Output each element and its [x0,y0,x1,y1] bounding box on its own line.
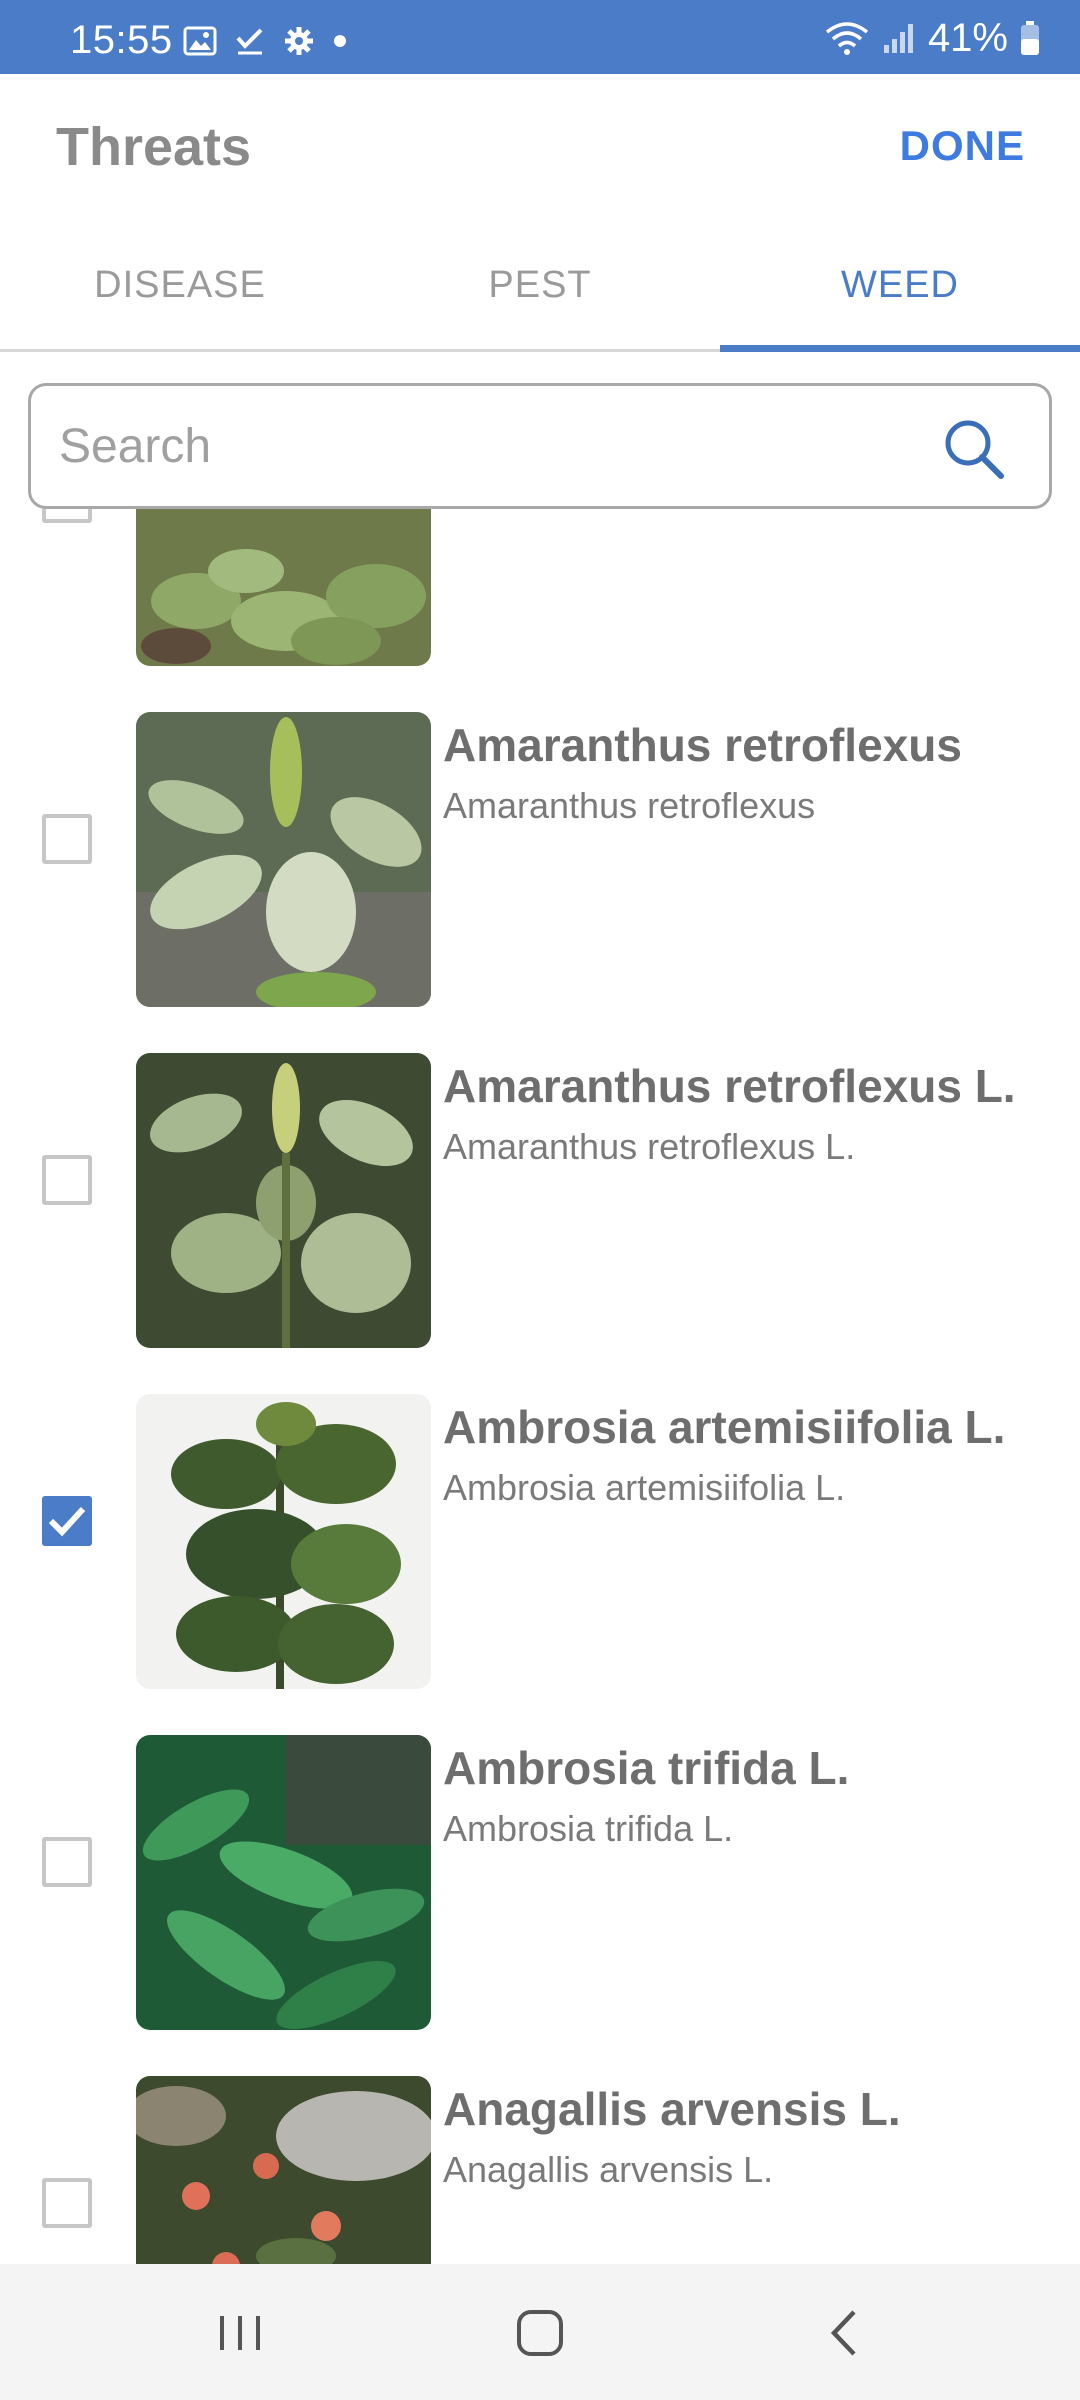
recents-icon[interactable] [205,2298,275,2368]
tab-disease[interactable]: DISEASE [0,222,360,349]
signal-icon [883,24,913,53]
tab-bar: DISEASE PEST WEED [0,222,1080,352]
threat-list[interactable]: Amaranthus retroflexus Amaranthus retrof… [0,509,1080,2264]
item-subtitle: Amaranthus retroflexus L. [443,1126,856,1167]
check-icon [236,28,263,55]
home-icon[interactable] [505,2298,575,2368]
item-title: Ambrosia artemisiifolia L. [443,1401,1006,1453]
item-thumbnail [136,2076,431,2264]
item-thumbnail [136,712,431,1007]
item-thumbnail [136,509,431,666]
search-icon[interactable] [941,416,1005,480]
battery-icon [1021,21,1039,55]
item-thumbnail [136,1394,431,1689]
item-subtitle: Ambrosia trifida L. [443,1808,734,1849]
item-title: Anagallis arvensis L. [443,2083,901,2135]
search-box [28,383,1052,509]
navigation-bar [0,2264,1080,2400]
search-input[interactable] [57,406,937,486]
dot-icon [334,35,346,47]
item-subtitle: Ambrosia artemisiifolia L. [443,1467,846,1508]
done-button[interactable]: DONE [900,122,1025,170]
item-checkbox-checked[interactable] [42,1496,92,1546]
tab-weed[interactable]: WEED [720,222,1080,352]
header: Threats DONE [0,74,1080,222]
item-checkbox[interactable] [42,2178,92,2228]
item-title: Amaranthus retroflexus L. [443,1060,1016,1112]
page-title: Threats [56,117,252,177]
tab-pest[interactable]: PEST [360,222,720,349]
gear-icon [285,27,313,55]
item-thumbnail [136,1735,431,2030]
list-item[interactable]: Anagallis arvensis L. Anagallis arvensis… [0,2044,1080,2264]
gallery-icon [183,26,217,56]
wifi-icon [825,22,869,55]
item-checkbox[interactable] [42,509,92,523]
checkmark-icon [48,1506,86,1537]
back-icon[interactable] [810,2298,880,2368]
list-item[interactable]: Amaranthus retroflexus L. Amaranthus ret… [0,1021,1080,1362]
item-title: Ambrosia trifida L. [443,1742,850,1794]
item-thumbnail [136,1053,431,1348]
status-bar: 15:55 41% [0,0,1080,74]
list-item[interactable]: Ambrosia trifida L. Ambrosia trifida L. [0,1703,1080,2044]
list-item[interactable]: Amaranthus retroflexus Amaranthus retrof… [0,680,1080,1021]
status-time: 15:55 [70,18,173,62]
list-item[interactable] [0,509,1080,680]
item-checkbox[interactable] [42,1837,92,1887]
item-title: Amaranthus retroflexus [443,719,962,771]
item-subtitle: Amaranthus retroflexus [443,785,816,826]
item-checkbox[interactable] [42,1155,92,1205]
battery-percent: 41% [927,15,1008,60]
item-checkbox[interactable] [42,814,92,864]
list-item[interactable]: Ambrosia artemisiifolia L. Ambrosia arte… [0,1362,1080,1703]
item-subtitle: Anagallis arvensis L. [443,2149,774,2190]
